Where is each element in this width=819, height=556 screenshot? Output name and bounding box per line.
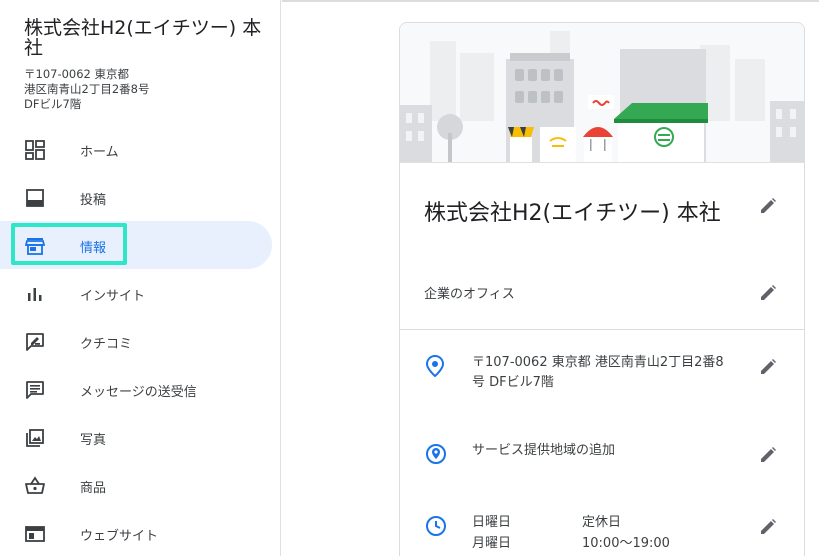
- sidebar-item-photos[interactable]: 写真: [0, 413, 281, 461]
- sidebar-item-label: 写真: [80, 433, 107, 448]
- message-icon: [24, 379, 46, 401]
- business-category: 企業のオフィス: [424, 287, 515, 302]
- hours-day-label: 日曜日: [472, 515, 512, 530]
- sidebar-item-label: 商品: [80, 481, 107, 496]
- location-pin-icon: [425, 354, 447, 378]
- clock-icon: [425, 515, 447, 537]
- sidebar-nav: ホーム 投稿 情報 インサイト クチコミ メッセージの送受信 写真 商品 ウェブ…: [0, 125, 281, 556]
- address-line: 港区南青山2丁目2番8号: [24, 82, 150, 96]
- sidebar-item-label: クチコミ: [80, 337, 133, 352]
- sidebar-item-website[interactable]: ウェブサイト: [0, 509, 281, 556]
- business-address: 〒107-0062 東京都 港区南青山2丁目2番8号 DFビル7階: [24, 67, 264, 112]
- posts-icon: [24, 187, 46, 209]
- storefront-icon: [24, 235, 46, 257]
- hours-time-value: 定休日: [582, 515, 622, 530]
- sidebar-item-insights[interactable]: インサイト: [0, 269, 281, 317]
- edit-hours-button[interactable]: [756, 515, 780, 539]
- pencil-icon: [761, 198, 776, 213]
- business-name: 株式会社H2(エイチツー) 本社: [24, 17, 262, 59]
- sidebar-item-messages[interactable]: メッセージの送受信: [0, 365, 281, 413]
- website-icon: [24, 523, 46, 545]
- address-line: 〒107-0062 東京都: [24, 67, 130, 81]
- business-info-card: 株式会社H2(エイチツー) 本社 企業のオフィス 〒107-0062 東京都 港…: [399, 22, 805, 556]
- sidebar-item-label: 投稿: [80, 193, 107, 208]
- card-divider: [400, 329, 804, 330]
- storefront-banner-illustration: [400, 23, 804, 163]
- sidebar-item-label: ホーム: [80, 145, 119, 160]
- pencil-icon: [761, 447, 776, 462]
- edit-service-area-button[interactable]: [756, 443, 780, 467]
- sidebar: 株式会社H2(エイチツー) 本社 〒107-0062 東京都 港区南青山2丁目2…: [0, 0, 281, 556]
- sidebar-item-label: メッセージの送受信: [80, 385, 197, 400]
- edit-address-button[interactable]: [756, 355, 780, 379]
- sidebar-item-posts[interactable]: 投稿: [0, 173, 281, 221]
- hours-time-value: 10:00～19:00: [582, 536, 670, 551]
- sidebar-item-label: ウェブサイト: [80, 529, 159, 544]
- sidebar-item-info[interactable]: 情報: [0, 221, 272, 269]
- photo-icon: [24, 427, 46, 449]
- sidebar-item-label: インサイト: [80, 289, 146, 304]
- edit-name-button[interactable]: [756, 194, 780, 218]
- basket-icon: [24, 475, 46, 497]
- pencil-icon: [761, 519, 776, 534]
- dashboard-icon: [24, 139, 46, 161]
- service-area-icon: [425, 443, 447, 465]
- service-area-add-link[interactable]: サービス提供地域の追加: [472, 441, 615, 461]
- pencil-icon: [761, 359, 776, 374]
- card-business-name: 株式会社H2(エイチツー) 本社: [424, 201, 721, 226]
- sidebar-item-products[interactable]: 商品: [0, 461, 281, 509]
- sidebar-item-reviews[interactable]: クチコミ: [0, 317, 281, 365]
- hours-day-label: 月曜日: [472, 536, 512, 551]
- sidebar-item-home[interactable]: ホーム: [0, 125, 281, 173]
- address-line: DFビル7階: [24, 97, 82, 111]
- top-divider: [282, 0, 819, 2]
- pencil-icon: [761, 285, 776, 300]
- insights-icon: [24, 283, 46, 305]
- reviews-icon: [24, 331, 46, 353]
- edit-category-button[interactable]: [756, 281, 780, 305]
- sidebar-item-label: 情報: [80, 241, 107, 256]
- address-text: 〒107-0062 東京都 港区南青山2丁目2番8号 DFビル7階: [472, 355, 724, 390]
